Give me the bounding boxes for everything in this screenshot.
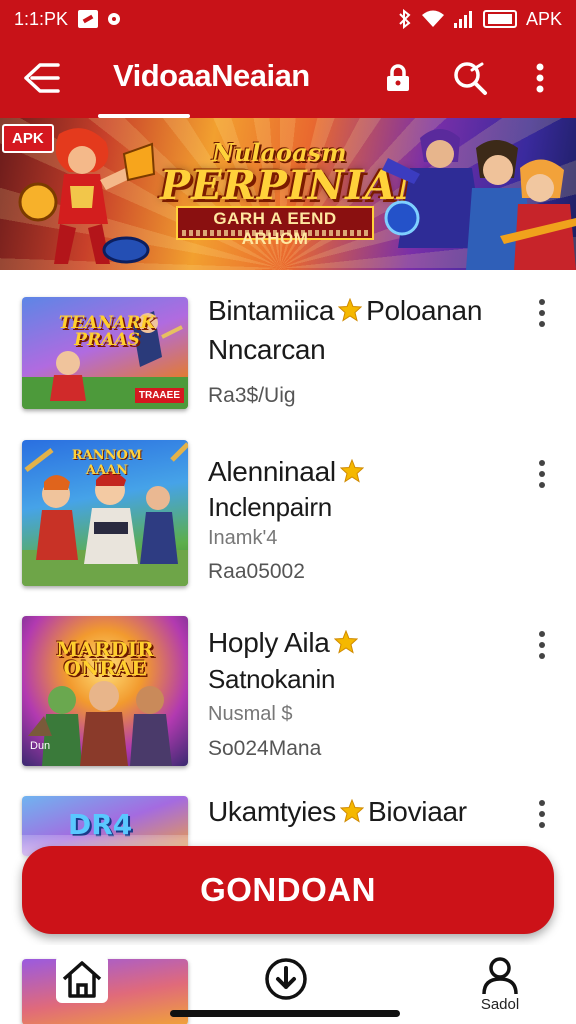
lock-button[interactable] (376, 56, 420, 100)
menu-icon (24, 63, 60, 93)
banner-hero-right-image (382, 129, 576, 270)
app-meta: Ra3$/Uig (208, 384, 296, 407)
list-item[interactable]: MARDIR ONRAE Dun Hoply Aila Satnokanin N… (0, 615, 576, 785)
battery-icon (482, 10, 517, 28)
app-subtitle: Satnokanin (208, 664, 336, 694)
app-title-text: Alenninaal (208, 456, 336, 487)
bluetooth-icon (398, 9, 412, 29)
search-icon (454, 62, 487, 95)
app-title-text: Ukamtyies (208, 796, 336, 827)
item-more-button[interactable] (530, 796, 554, 832)
app-subtitle: Inclenpairn (208, 492, 332, 522)
app-caption: Inamk'4 (208, 527, 278, 549)
notification-icon (78, 10, 99, 28)
nav-profile[interactable]: Sadol (474, 957, 526, 1013)
promo-banner[interactable]: APK Nulaoasm PERPINIAN GARH A EEND ARHOM (0, 118, 576, 270)
banner-subtitle-decoration (182, 230, 368, 236)
item-more-button[interactable] (530, 456, 554, 492)
app-thumbnail: MARDIR ONRAE Dun (22, 616, 188, 766)
status-time: 1:1:PK (14, 8, 69, 29)
app-title-suffix: Bioviaar (368, 796, 467, 827)
app-subtitle: Nncarcan (208, 334, 326, 365)
app-title-suffix: Poloanan (366, 295, 483, 326)
download-button-label: GONDOAN (200, 871, 376, 908)
thumbnail-title: RANNOM AAAN (71, 448, 143, 478)
lock-icon (387, 64, 409, 91)
status-bar: 1:1:PK APK (0, 0, 576, 38)
app-title: Bintamiica Poloanan (208, 295, 482, 327)
more-vert-icon (536, 63, 544, 93)
thumbnail-title: MARDIR ONRAE (56, 637, 154, 680)
app-bar: VidoaaNeaian (0, 38, 576, 118)
apk-badge: APK (2, 124, 54, 153)
star-icon (339, 459, 364, 483)
star-icon (340, 799, 364, 823)
thumbnail-title: TEANARK PRAAS (58, 313, 156, 350)
wifi-icon (421, 10, 445, 28)
nav-profile-label: Sadol (480, 996, 520, 1013)
nav-downloads[interactable] (264, 957, 308, 1002)
nav-home[interactable] (56, 955, 108, 1003)
more-button[interactable] (518, 56, 562, 100)
app-title-text: Bintamiica (208, 295, 335, 326)
thumbnail-badge: Dun (30, 740, 51, 752)
home-indicator[interactable] (170, 1010, 400, 1017)
thumbnail-badge: TRAAEE (134, 388, 184, 403)
app-caption: Nusmal $ (208, 703, 293, 725)
list-item[interactable]: TEANARK PRAAS TRAAEE Bintamiica Poloanan … (0, 270, 576, 440)
star-icon (333, 630, 358, 654)
status-right-text: APK (525, 8, 562, 29)
item-more-button[interactable] (530, 627, 554, 663)
app-title-text: Hoply Aila (208, 627, 330, 658)
item-more-button[interactable] (530, 295, 554, 331)
app-title: Ukamtyies Bioviaar (208, 796, 467, 828)
app-thumbnail: RANNOM AAAN (22, 440, 188, 586)
download-icon (265, 958, 307, 1000)
app-title: Alenninaal (208, 456, 368, 488)
record-icon (108, 13, 121, 25)
app-meta: Raa05002 (208, 560, 305, 583)
profile-icon (482, 957, 518, 995)
menu-button[interactable] (20, 56, 64, 100)
home-icon (62, 960, 102, 998)
download-button[interactable]: GONDOAN (22, 846, 554, 934)
app-thumbnail: TEANARK PRAAS TRAAEE (22, 297, 188, 409)
app-meta: So024Mana (208, 737, 322, 760)
signal-icon (453, 10, 474, 28)
app-title: VidoaaNeaian (113, 58, 310, 93)
star-icon (338, 298, 363, 322)
search-button[interactable] (448, 56, 492, 100)
app-title: Hoply Aila (208, 627, 362, 659)
list-item[interactable]: RANNOM AAAN Alenninaal Inclenpairn Inamk… (0, 440, 576, 610)
